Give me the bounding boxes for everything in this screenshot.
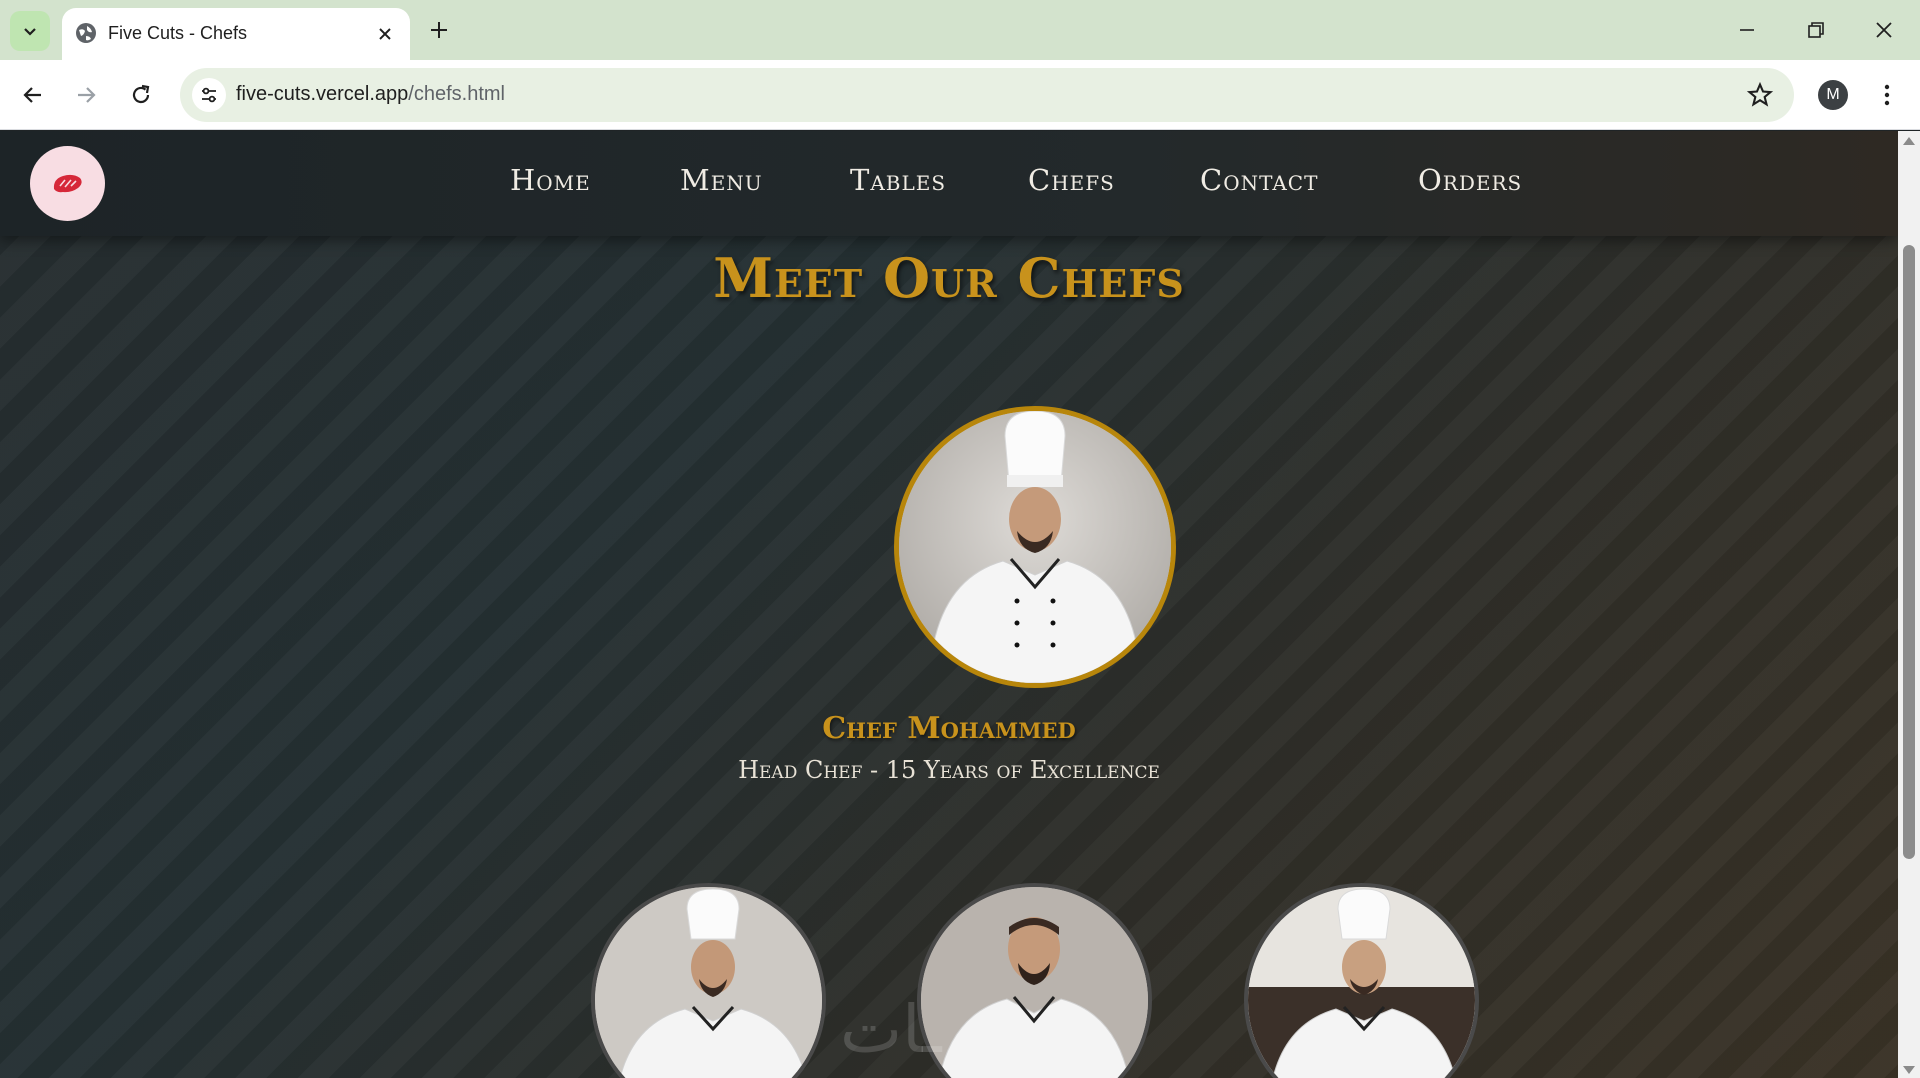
chevron-down-icon — [24, 28, 36, 36]
watermark-text: ـات — [840, 991, 942, 1068]
url-host: five-cuts.vercel.app — [236, 83, 409, 105]
globe-icon — [76, 23, 96, 43]
forward-button[interactable] — [68, 77, 104, 113]
page-scrollbar[interactable] — [1898, 131, 1920, 1078]
address-bar[interactable]: five-cuts.vercel.app/chefs.html — [180, 68, 1794, 122]
nav-chefs[interactable]: Chefs — [1028, 163, 1115, 197]
scroll-down-arrow-icon[interactable] — [1903, 1066, 1915, 1074]
window-close-icon[interactable] — [1868, 14, 1900, 46]
steak-logo-icon — [53, 174, 82, 192]
url-text[interactable]: five-cuts.vercel.app/chefs.html — [236, 83, 505, 106]
site-logo[interactable] — [30, 146, 105, 221]
profile-avatar[interactable]: M — [1818, 80, 1848, 110]
nav-contact[interactable]: Contact — [1200, 163, 1318, 197]
url-path: /chefs.html — [408, 83, 505, 105]
team-chef-photo — [1244, 883, 1479, 1078]
new-tab-icon[interactable] — [425, 16, 453, 44]
reload-button[interactable] — [123, 77, 159, 113]
scroll-up-arrow-icon[interactable] — [1903, 137, 1915, 145]
close-icon[interactable] — [374, 23, 396, 45]
head-chef-name: Chef Mohammed — [822, 711, 1076, 746]
head-chef-role: Head Chef - 15 Years of Excellence — [738, 756, 1160, 784]
active-tab[interactable]: Five Cuts - Chefs — [62, 8, 410, 60]
team-chef-photo — [917, 883, 1152, 1078]
nav-menu[interactable]: Menu — [680, 163, 763, 197]
tab-search-button[interactable] — [10, 11, 50, 51]
site-header: Home Menu Tables Chefs Contact Orders — [0, 131, 1898, 236]
chef-portrait-illustration — [595, 887, 822, 1078]
chef-portrait-illustration — [921, 887, 1148, 1078]
back-button[interactable] — [15, 77, 51, 113]
site-info-button[interactable] — [192, 78, 226, 112]
head-chef-photo — [894, 406, 1176, 688]
more-menu-icon[interactable] — [1872, 80, 1902, 110]
reload-icon — [132, 84, 150, 104]
arrow-right-icon — [78, 87, 96, 103]
chef-portrait-illustration — [1248, 887, 1475, 1078]
bookmark-star-icon[interactable] — [1746, 81, 1774, 109]
team-chef-photo — [591, 883, 826, 1078]
page-viewport: Home Menu Tables Chefs Contact Orders Me… — [0, 131, 1898, 1078]
nav-orders[interactable]: Orders — [1418, 163, 1522, 197]
arrow-left-icon — [23, 87, 41, 103]
tab-title: Five Cuts - Chefs — [108, 23, 248, 43]
chef-portrait-illustration — [899, 411, 1171, 683]
minimize-icon[interactable] — [1731, 14, 1763, 46]
nav-home[interactable]: Home — [510, 163, 591, 197]
scroll-thumb[interactable] — [1903, 245, 1915, 859]
page-title: Meet Our Chefs — [713, 246, 1185, 310]
browser-toolbar: five-cuts.vercel.app/chefs.html M — [0, 60, 1920, 130]
nav-tables[interactable]: Tables — [850, 163, 946, 197]
tab-strip: Five Cuts - Chefs — [0, 0, 1920, 60]
tune-icon — [202, 87, 216, 103]
restore-icon[interactable] — [1800, 14, 1832, 46]
